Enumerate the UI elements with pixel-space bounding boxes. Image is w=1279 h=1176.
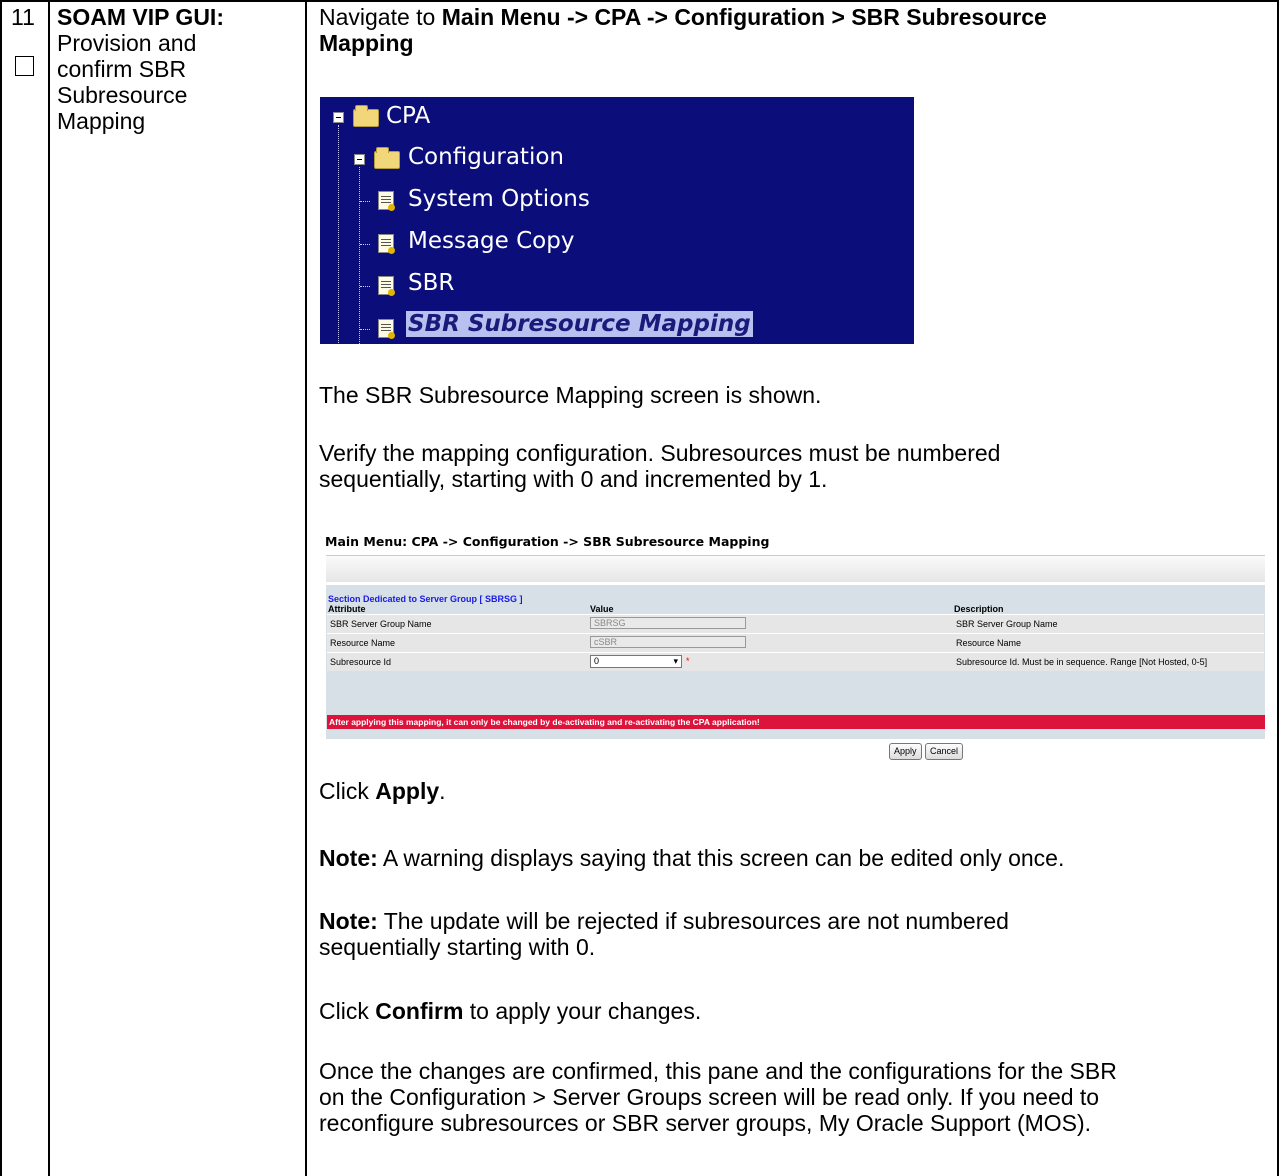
note-body: The update will be rejected if subresour…	[377, 908, 1009, 934]
cancel-button[interactable]: Cancel	[925, 743, 964, 760]
verify-line: Verify the mapping configuration. Subres…	[319, 440, 1001, 466]
tree-branch	[360, 286, 370, 287]
note-label: Note:	[319, 908, 378, 934]
step-title-line: Mapping	[57, 108, 146, 134]
step-title-bold: SOAM VIP GUI:	[57, 4, 224, 30]
attribute-description: Subresource Id. Must be in sequence. Ran…	[956, 657, 1208, 667]
note-sequence-text: Note: The update will be rejected if sub…	[319, 908, 1269, 960]
tree-item-cpa[interactable]: CPA	[386, 103, 430, 129]
nav-instruction: Navigate to Main Menu -> CPA -> Configur…	[319, 4, 1269, 56]
step-title-line: Subresource	[57, 82, 188, 108]
attribute-description: Resource Name	[956, 638, 1022, 648]
step-checkbox[interactable]	[15, 56, 34, 76]
page-icon	[378, 276, 395, 296]
folder-open-icon	[374, 147, 400, 169]
tree-item-system-options[interactable]: System Options	[408, 186, 590, 212]
nav-prefix: Navigate to	[319, 4, 442, 30]
column-header-value: Value	[590, 604, 614, 614]
form-page-title: Main Menu: CPA -> Configuration -> SBR S…	[325, 534, 770, 549]
note-body: sequentially starting with 0.	[319, 934, 596, 960]
tree-item-message-copy[interactable]: Message Copy	[408, 228, 574, 254]
subresource-id-select[interactable]: 0	[590, 655, 682, 668]
column-header-description: Description	[954, 604, 1004, 614]
step-number: 11	[11, 4, 35, 30]
tree-branch	[360, 329, 370, 330]
tree-guide	[359, 167, 360, 344]
nav-path-end: Mapping	[319, 30, 414, 56]
table-left-border	[0, 0, 2, 1176]
attribute-label: Resource Name	[330, 638, 396, 648]
menu-tree-screenshot: CPA Configuration System Options Message…	[320, 97, 914, 344]
note-label: Note:	[319, 845, 378, 871]
form-panel: Section Dedicated to Server Group [ SBRS…	[326, 585, 1265, 739]
page-icon	[378, 191, 395, 211]
warning-banner: After applying this mapping, it can only…	[327, 715, 1265, 729]
form-toolbar	[326, 555, 1265, 582]
column-header-attribute: Attribute	[328, 604, 366, 614]
tree-item-sbr-subresource-mapping[interactable]: SBR Subresource Mapping	[406, 311, 753, 337]
click-apply-text: Click Apply.	[319, 778, 1269, 804]
final-line: reconfigure subresources or SBR server g…	[319, 1110, 1092, 1136]
step-title-line: Provision and	[57, 30, 197, 56]
tree-item-configuration[interactable]: Configuration	[408, 144, 564, 170]
form-row: Resource Name cSBR Resource Name	[327, 633, 1264, 652]
tree-guide	[338, 125, 339, 344]
server-group-name-field: SBRSG	[590, 617, 746, 629]
section-heading: Section Dedicated to Server Group [ SBRS…	[328, 594, 523, 604]
final-line: on the Configuration > Server Groups scr…	[319, 1084, 1100, 1110]
confirm-keyword: Confirm	[375, 998, 464, 1024]
verify-text: Verify the mapping configuration. Subres…	[319, 440, 1269, 492]
collapse-icon[interactable]	[333, 112, 344, 123]
table-top-border	[0, 0, 1279, 2]
step-title-line: confirm SBR	[57, 56, 187, 82]
screen-shown-text: The SBR Subresource Mapping screen is sh…	[319, 382, 822, 408]
text-fragment: Click	[319, 998, 376, 1024]
click-confirm-text: Click Confirm to apply your changes.	[319, 998, 1269, 1024]
text-fragment: Click	[319, 778, 376, 804]
tree-branch	[360, 244, 370, 245]
final-paragraph: Once the changes are confirmed, this pan…	[319, 1058, 1269, 1136]
verify-line: sequentially, starting with 0 and increm…	[319, 466, 828, 492]
folder-open-icon	[353, 105, 379, 127]
attribute-label: Subresource Id	[330, 657, 392, 667]
page-icon	[378, 234, 395, 254]
column-divider	[305, 0, 307, 1176]
step-title: SOAM VIP GUI: Provision and confirm SBR …	[57, 4, 282, 134]
note-once-text: Note: A warning displays saying that thi…	[319, 845, 1269, 871]
required-mark: *	[686, 656, 690, 666]
note-body: A warning displays saying that this scre…	[377, 845, 1065, 871]
apply-keyword: Apply	[375, 778, 440, 804]
text-fragment: to apply your changes.	[463, 998, 702, 1024]
attribute-label: SBR Server Group Name	[330, 619, 432, 629]
resource-name-field: cSBR	[590, 636, 746, 648]
tree-branch	[360, 201, 370, 202]
procedure-step-table: 11 SOAM VIP GUI: Provision and confirm S…	[0, 0, 1279, 1176]
tree-item-sbr[interactable]: SBR	[408, 270, 454, 296]
collapse-icon[interactable]	[354, 154, 365, 165]
text-fragment: .	[439, 778, 446, 804]
final-line: Once the changes are confirmed, this pan…	[319, 1058, 1117, 1084]
nav-path: Main Menu -> CPA -> Configuration > SBR …	[441, 4, 1047, 30]
mapping-form-screenshot: Main Menu: CPA -> Configuration -> SBR S…	[320, 530, 1268, 766]
form-row: Subresource Id 0 * Subresource Id. Must …	[327, 652, 1264, 671]
form-row: SBR Server Group Name SBRSG SBR Server G…	[327, 614, 1264, 633]
column-divider	[48, 0, 50, 1176]
apply-button[interactable]: Apply	[889, 743, 922, 760]
page-icon	[378, 319, 395, 339]
attribute-description: SBR Server Group Name	[956, 619, 1058, 629]
